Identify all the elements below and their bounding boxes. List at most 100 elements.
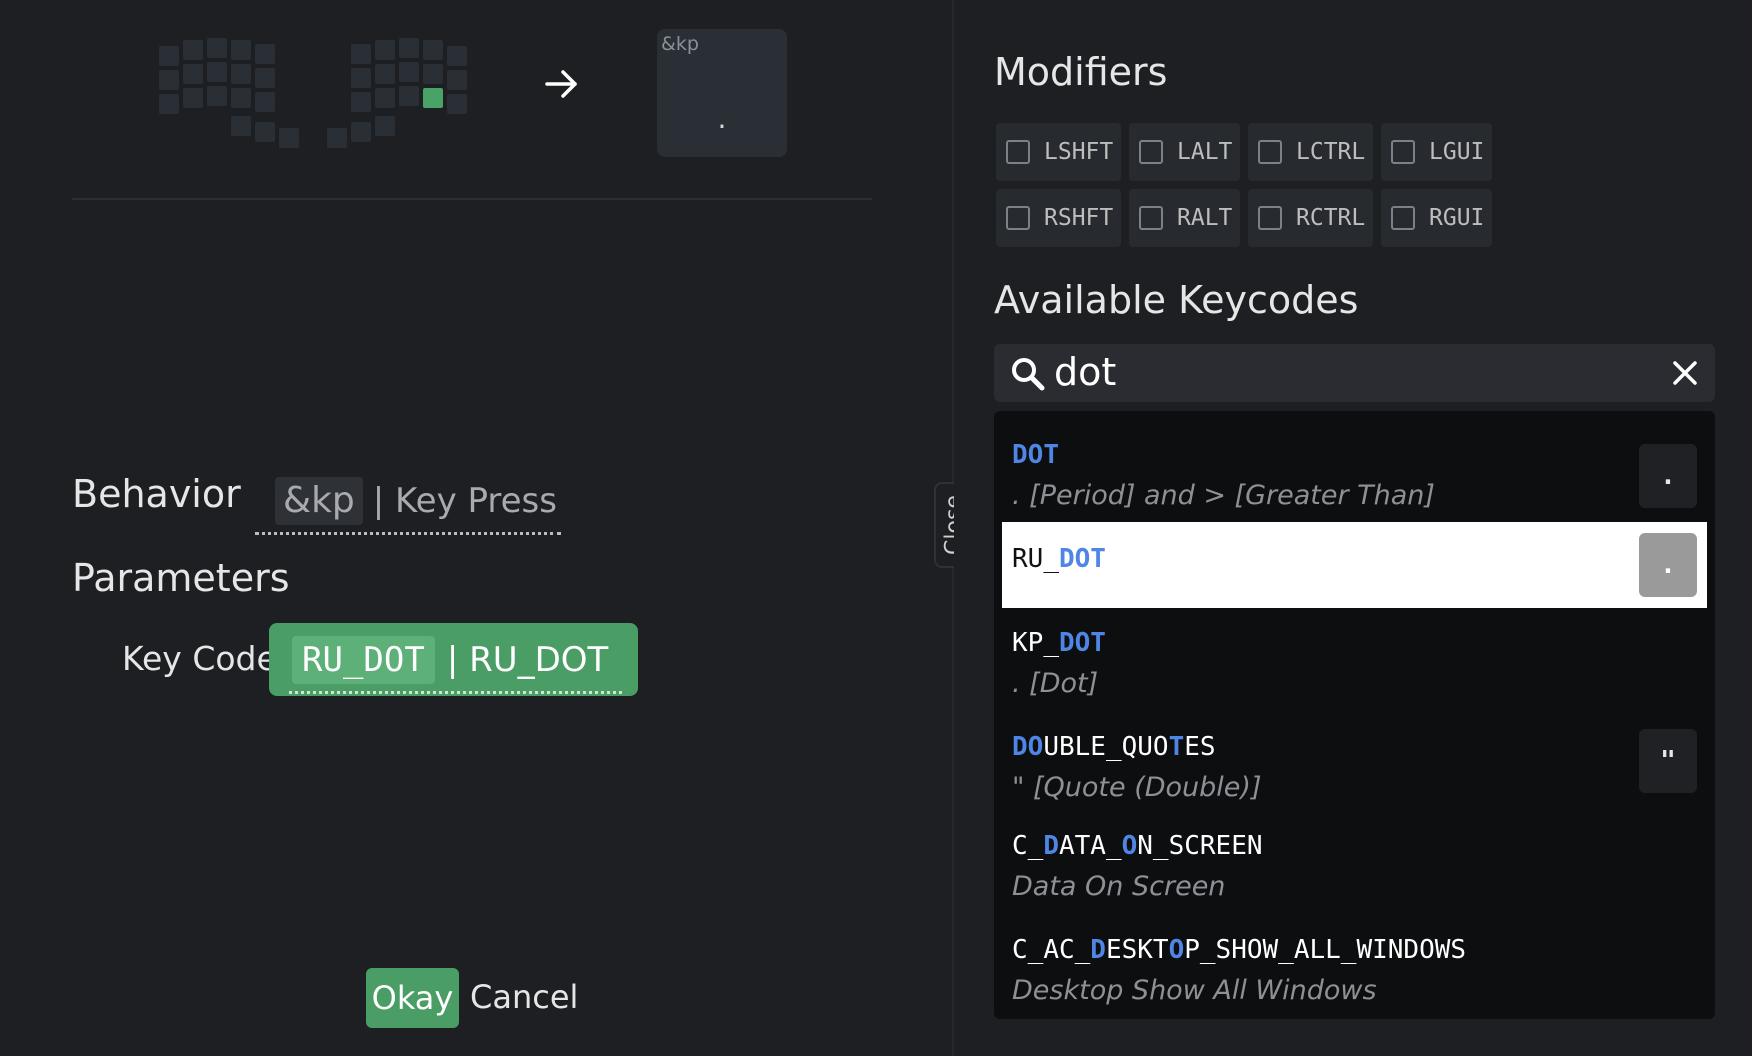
keycode-result-description: . [Period] and > [Greater Than] xyxy=(1012,480,1435,511)
keycode-result-description: Desktop Show All Windows xyxy=(1012,975,1377,1006)
key-preview-glyph: . xyxy=(717,102,727,135)
mini-key xyxy=(423,64,443,84)
mini-key xyxy=(351,92,371,112)
modifier-checkbox[interactable] xyxy=(1139,206,1163,230)
keycode-picker-pane: Modifiers LSHFT LALT LCTRL LGUI RSHFT RALT RCT… xyxy=(954,0,1752,1056)
key-editor-pane: &kp . Behavior &kp | Key Press Parameter… xyxy=(0,0,952,1056)
modifier-label: RCTRL xyxy=(1296,205,1366,231)
keycode-label: Key Code xyxy=(122,639,277,678)
keycode-result-name: DOT xyxy=(1012,440,1059,470)
key-preview-behavior: &kp xyxy=(661,33,699,55)
mini-key xyxy=(351,44,371,64)
modifiers-heading: Modifiers xyxy=(994,50,1168,94)
keycode-result-glyph: " xyxy=(1639,729,1697,793)
modifier-rctrl[interactable]: RCTRL xyxy=(1248,189,1373,247)
arrow-right-icon xyxy=(545,70,577,98)
mini-key xyxy=(255,122,275,142)
mini-key xyxy=(423,40,443,60)
modifier-lctrl[interactable]: LCTRL xyxy=(1248,123,1373,181)
modifier-checkbox[interactable] xyxy=(1258,140,1282,164)
keycode-result-kp-dot[interactable]: KP_DOT . [Dot] xyxy=(1002,608,1707,712)
keycode-value-code: RU_DOT xyxy=(292,635,435,684)
keycode-result-description: Data On Screen xyxy=(1012,871,1226,902)
modifier-rshft[interactable]: RSHFT xyxy=(996,189,1121,247)
keycode-search-input[interactable]: dot xyxy=(994,344,1715,402)
mini-key xyxy=(255,68,275,88)
mini-key xyxy=(375,64,395,84)
mini-key xyxy=(207,62,227,82)
keycode-results-list: DOT. [Period] and > [Greater Than]. RU_DO… xyxy=(994,411,1715,1019)
mini-key xyxy=(351,122,371,142)
keycode-result-c-ac-desktop-show-all-windows[interactable]: C_AC_DESKTOP_SHOW_ALL_WINDOWS Desktop Sho… xyxy=(1002,920,1707,1019)
mini-key xyxy=(183,40,203,60)
cancel-button[interactable]: Cancel xyxy=(470,978,578,1016)
mini-key xyxy=(231,64,251,84)
mini-key xyxy=(159,70,179,90)
divider xyxy=(72,198,872,200)
mini-key xyxy=(255,92,275,112)
mini-key xyxy=(327,128,347,148)
keycode-result-name: C_DATA_ON_SCREEN xyxy=(1012,831,1263,861)
mini-key xyxy=(423,88,443,108)
mini-key xyxy=(399,62,419,82)
mini-key xyxy=(231,116,251,136)
mini-key xyxy=(183,64,203,84)
behavior-description: | Key Press xyxy=(372,481,557,521)
keycode-value-select[interactable]: RU_DOT | RU_DOT xyxy=(269,623,638,696)
parameters-heading: Parameters xyxy=(72,556,290,600)
modifier-checkbox[interactable] xyxy=(1139,140,1163,164)
mini-key xyxy=(207,38,227,58)
key-preview: &kp . xyxy=(657,29,787,157)
modifier-lshft[interactable]: LSHFT xyxy=(996,123,1121,181)
modifier-label: LGUI xyxy=(1429,139,1485,165)
mini-key xyxy=(159,94,179,114)
modifier-checkbox[interactable] xyxy=(1391,206,1415,230)
mini-key xyxy=(255,44,275,64)
keycode-result-ru-dot[interactable]: RU_DOT. xyxy=(1002,522,1707,608)
mini-key xyxy=(183,88,203,108)
mini-key xyxy=(159,46,179,66)
mini-key xyxy=(399,38,419,58)
clear-search-icon[interactable] xyxy=(1671,359,1699,387)
modifier-label: RSHFT xyxy=(1044,205,1114,231)
keycode-value-description: | RU_DOT xyxy=(446,639,609,680)
mini-key xyxy=(279,128,299,148)
keycode-result-dot[interactable]: DOT . [Period] and > [Greater Than]. xyxy=(1002,418,1707,522)
mini-key xyxy=(375,40,395,60)
modifier-checkbox[interactable] xyxy=(1391,140,1415,164)
mini-key xyxy=(399,86,419,106)
modifier-label: LALT xyxy=(1177,139,1233,165)
modifier-checkbox[interactable] xyxy=(1006,206,1030,230)
keycode-result-description: " [Quote (Double)] xyxy=(1012,772,1262,803)
behavior-select[interactable]: &kp | Key Press xyxy=(255,470,561,535)
search-icon xyxy=(1012,358,1045,391)
mini-key xyxy=(375,88,395,108)
mini-key xyxy=(231,40,251,60)
keycode-result-name: RU_DOT xyxy=(1012,544,1106,574)
modifier-checkbox[interactable] xyxy=(1006,140,1030,164)
keycode-result-glyph: . xyxy=(1639,444,1697,508)
modifier-label: LSHFT xyxy=(1044,139,1114,165)
okay-button[interactable]: Okay xyxy=(366,968,459,1028)
modifier-label: RGUI xyxy=(1429,205,1485,231)
mini-key xyxy=(351,68,371,88)
keycode-result-name: KP_DOT xyxy=(1012,628,1106,658)
modifier-ralt[interactable]: RALT xyxy=(1129,189,1240,247)
keycode-result-name: DOUBLE_QUOTES xyxy=(1012,732,1216,762)
available-keycodes-heading: Available Keycodes xyxy=(994,278,1359,322)
keycode-result-double-quotes[interactable]: DOUBLE_QUOTES " [Quote (Double)] " xyxy=(1002,712,1707,816)
modifier-rgui[interactable]: RGUI xyxy=(1381,189,1492,247)
modifier-lalt[interactable]: LALT xyxy=(1129,123,1240,181)
mini-key xyxy=(447,70,467,90)
mini-key xyxy=(231,88,251,108)
mini-key xyxy=(447,46,467,66)
modifier-lgui[interactable]: LGUI xyxy=(1381,123,1492,181)
modifier-label: LCTRL xyxy=(1296,139,1366,165)
keycode-result-c-data-on-screen[interactable]: C_DATA_ON_SCREEN Data On Screen xyxy=(1002,816,1707,920)
search-query: dot xyxy=(1054,350,1117,394)
modifier-checkbox[interactable] xyxy=(1258,206,1282,230)
keycode-result-glyph: . xyxy=(1639,533,1697,597)
mini-key xyxy=(375,116,395,136)
mini-key xyxy=(207,86,227,106)
behavior-heading: Behavior xyxy=(72,472,241,516)
